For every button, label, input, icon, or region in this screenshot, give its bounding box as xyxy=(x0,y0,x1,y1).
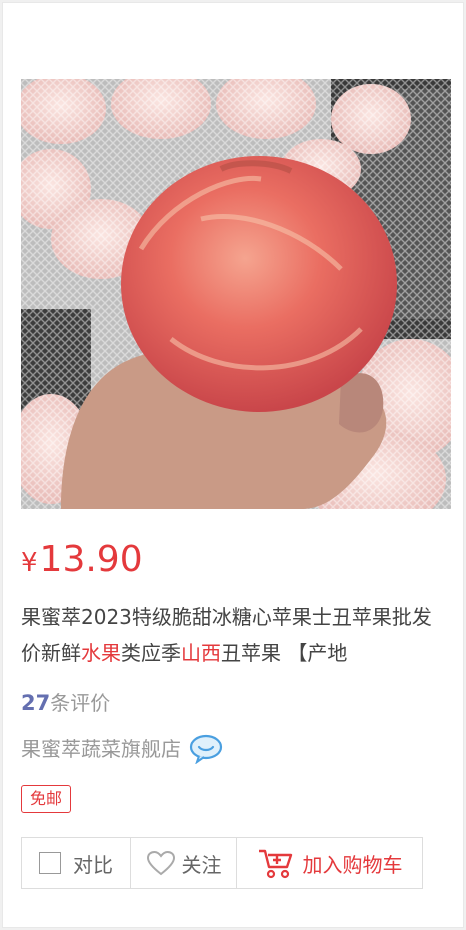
chat-bubble-icon[interactable] xyxy=(189,734,223,765)
free-shipping-badge: 免邮 xyxy=(21,785,72,813)
product-card: ¥13.90 果蜜萃2023特级脆甜冰糖心苹果士丑苹果批发价新鲜水果类应季山西丑… xyxy=(2,2,464,928)
compare-checkbox[interactable] xyxy=(39,852,61,874)
action-bar: 对比 关注 加入购物车 xyxy=(21,837,423,889)
follow-label: 关注 xyxy=(181,852,222,877)
title-text: 丑苹果 【产地 xyxy=(221,641,348,665)
shop-name-link[interactable]: 果蜜萃蔬菜旗舰店 xyxy=(21,732,181,766)
product-price: ¥13.90 xyxy=(21,537,143,583)
title-highlight-fruit: 水果 xyxy=(81,641,121,665)
price-value: 13.90 xyxy=(39,539,143,580)
currency-symbol: ¥ xyxy=(21,548,38,578)
product-title-link[interactable]: 果蜜萃2023特级脆甜冰糖心苹果士丑苹果批发价新鲜水果类应季山西丑苹果 【产地 xyxy=(21,599,451,679)
compare-label: 对比 xyxy=(73,852,113,877)
comment-suffix: 条评价 xyxy=(50,691,111,715)
product-image[interactable] xyxy=(21,79,451,509)
add-to-cart-label: 加入购物车 xyxy=(302,852,403,877)
heart-icon xyxy=(146,850,176,876)
shop-row: 果蜜萃蔬菜旗舰店 xyxy=(21,732,223,766)
comment-count: 27 xyxy=(21,691,51,715)
compare-button[interactable]: 对比 xyxy=(22,838,130,888)
follow-button[interactable]: 关注 xyxy=(130,838,236,888)
cart-icon xyxy=(257,847,295,879)
comment-count-link[interactable]: 27条评价 xyxy=(21,687,110,719)
title-highlight-region: 山西 xyxy=(181,641,221,665)
add-to-cart-button[interactable]: 加入购物车 xyxy=(236,838,422,888)
title-text: 类应季 xyxy=(121,641,181,665)
